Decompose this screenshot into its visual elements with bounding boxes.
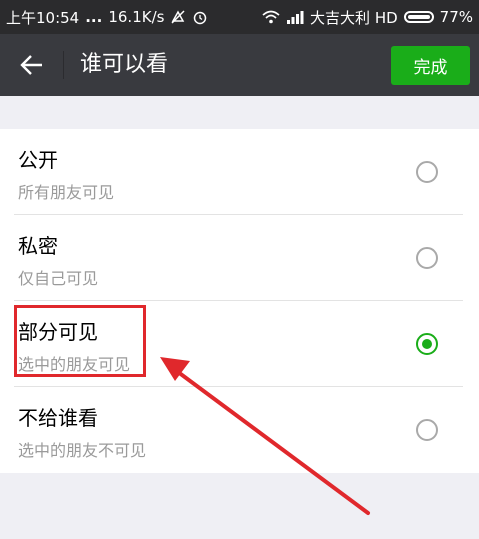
annotation-arrow-icon: [160, 357, 370, 515]
